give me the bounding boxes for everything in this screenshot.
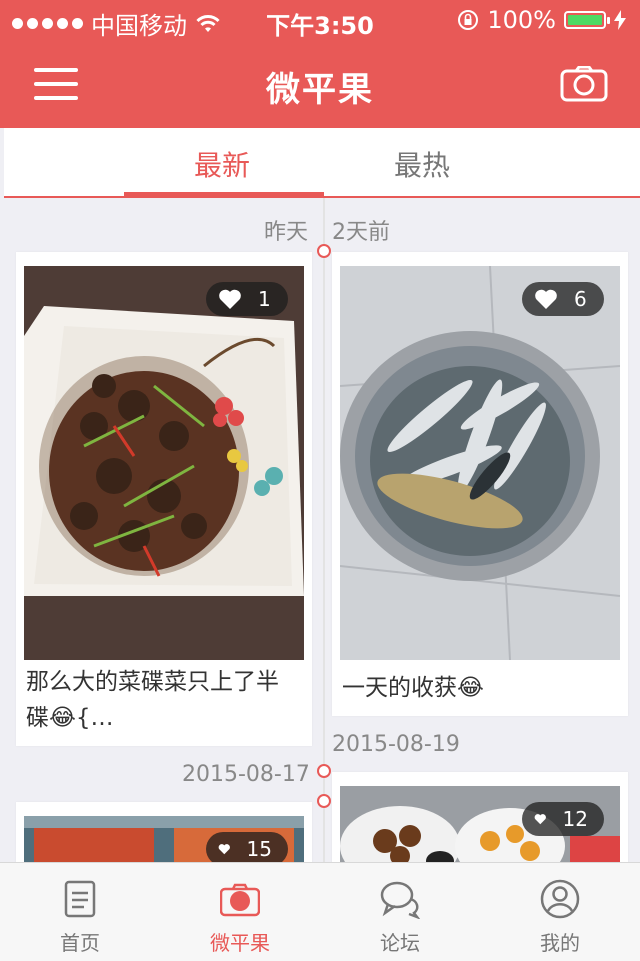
like-count-badge[interactable]: 15 [206,832,288,862]
tabbar-label: 论坛 [380,931,420,955]
like-count: 1 [258,287,271,311]
tab-latest[interactable]: 最新 [194,144,250,184]
post-caption-line: 一天的收获😂 [342,675,484,701]
charging-icon [614,10,626,30]
rotation-lock-icon [458,10,479,30]
tabbar-label: 首页 [60,931,100,955]
date-label: 2天前 [332,220,390,245]
timeline-dot [317,764,331,778]
post-photo[interactable]: 12 [340,786,620,862]
chat-bubbles-icon [380,881,420,919]
timeline-dot [317,794,331,808]
tabbar-item-profile[interactable]: 我的 [480,863,640,961]
tabbar-item-forum[interactable]: 论坛 [320,863,480,961]
tabbar-label: 我的 [540,931,580,955]
food-dish-photo [24,266,304,660]
timeline-line [323,198,325,862]
post-caption: 一天的收获😂 [342,670,622,706]
heart-icon [534,814,546,825]
post-caption-line: 那么大的菜碟菜只上了半 [26,669,279,695]
top-bar: 中国移动 下午3:50 100% 微平果 [0,0,640,128]
heart-icon [218,844,230,855]
feed-tabs: 最新 最热 [4,128,640,198]
page-title: 微平果 [266,70,374,110]
navigation-bar: 微平果 [0,40,640,128]
battery-percentage: 100% [487,6,556,34]
tabbar-item-weipingguo[interactable]: 微平果 [160,863,320,961]
timeline-dot [317,244,331,258]
post-card[interactable]: 6 一天的收获😂 [332,252,628,716]
like-count: 12 [562,807,588,831]
like-count-badge[interactable]: 12 [522,802,604,836]
heart-icon [219,289,241,309]
active-tab-indicator [124,192,324,196]
tab-hottest[interactable]: 最热 [394,144,450,184]
camera-icon [220,883,260,917]
tabbar-item-home[interactable]: 首页 [0,863,160,961]
post-photo[interactable]: 6 [340,266,620,660]
post-photo[interactable]: 1 [24,266,304,660]
document-icon [64,880,96,918]
post-photo[interactable]: 15 [24,816,304,862]
date-label: 2015-08-17 [182,762,310,787]
tabbar-label: 微平果 [210,931,270,955]
date-label: 昨天 [264,220,309,245]
fish-bowl-photo [340,266,620,660]
status-bar: 中国移动 下午3:50 100% [0,0,640,40]
user-profile-icon [540,879,580,919]
like-count-badge[interactable]: 6 [522,282,604,316]
post-caption: 那么大的菜碟菜只上了半 碟😂{… [26,664,306,736]
post-caption-line: 碟😂{… [26,705,114,731]
like-count-badge[interactable]: 1 [206,282,288,316]
timeline-feed[interactable]: 昨天 2天前 1 那么大的菜碟菜只上了半 碟😂{… 6 一天的收获😂 2015-… [4,198,640,862]
post-card[interactable]: 1 那么大的菜碟菜只上了半 碟😂{… [16,252,312,746]
like-count: 15 [246,837,272,861]
camera-icon[interactable] [560,66,608,102]
like-count: 6 [574,287,587,311]
post-card[interactable]: 15 [16,802,312,862]
battery-icon [564,11,610,29]
post-card[interactable]: 12 [332,772,628,862]
heart-icon [535,289,557,309]
date-label: 2015-08-19 [332,732,460,757]
bottom-tab-bar: 首页 微平果 论坛 我的 [0,862,640,961]
